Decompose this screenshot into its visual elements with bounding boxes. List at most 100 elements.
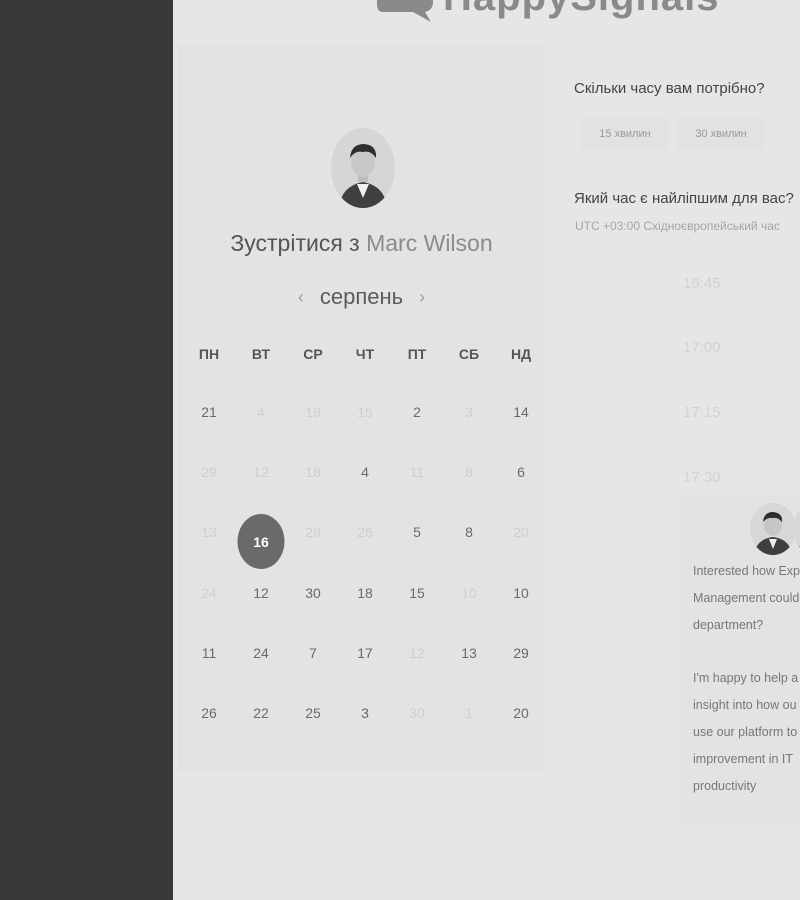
next-month-chevron-icon[interactable]: › <box>415 287 429 308</box>
calendar-day[interactable]: 15 <box>391 581 443 641</box>
calendar-day-number: 11 <box>409 464 425 481</box>
month-label: серпень <box>319 284 404 309</box>
calendar-day-number: 14 <box>513 404 529 420</box>
calendar-day-number: 3 <box>465 404 473 420</box>
time-question: Який час є найліпшим для вас? <box>574 190 794 207</box>
calendar-day-number: 29 <box>201 464 217 481</box>
calendar-day: 19 <box>287 400 339 460</box>
calendar-day[interactable]: 12 <box>235 581 287 641</box>
scheduler-card: Зустрітися з Marc Wilson ‹ серпень › ПН В… <box>178 44 545 772</box>
time-slot-1730[interactable]: 17:30 <box>683 469 763 486</box>
calendar-day-number: 25 <box>305 704 321 721</box>
calendar-day-number: 16 <box>237 514 285 570</box>
calendar-day-number: 17 <box>357 644 373 661</box>
prev-month-chevron-icon[interactable]: ‹ <box>294 287 308 308</box>
weekday-label: СБ <box>458 346 480 362</box>
calendar-day: 12 <box>235 460 287 520</box>
profile-avatar-secondary <box>793 503 800 555</box>
calendar-day[interactable]: 6 <box>495 460 547 520</box>
calendar-day[interactable]: 4 <box>339 460 391 520</box>
host-name: Marc Wilson <box>366 230 493 256</box>
calendar-day-number: 8 <box>465 464 473 481</box>
calendar-day-number: 5 <box>413 524 421 541</box>
calendar-day[interactable]: 8 <box>443 520 495 580</box>
duration-30-button[interactable]: 30 хвилин <box>677 118 765 150</box>
timezone-label[interactable]: UTC +03:00 Східноєвропейський час <box>575 219 800 233</box>
calendar-day: 29 <box>183 460 235 520</box>
profile-text-line-6: insight into how ou <box>693 698 797 712</box>
weekday-label: НД <box>510 346 532 362</box>
calendar-day: 18 <box>287 460 339 520</box>
calendar-day-number: 12 <box>253 464 269 481</box>
brand-name: HappySignals <box>443 0 720 20</box>
calendar-day[interactable]: 18 <box>339 581 391 641</box>
calendar-day: 30 <box>391 701 443 761</box>
calendar-day[interactable]: 22 <box>235 701 287 761</box>
calendar-day: 12 <box>391 641 443 701</box>
duration-question: Скільки часу вам потрібно? <box>574 80 765 97</box>
calendar-day-number: 12 <box>253 584 269 601</box>
calendar-day[interactable]: 17 <box>339 641 391 701</box>
calendar-day-number: 15 <box>357 404 373 420</box>
calendar-day-number: 24 <box>201 584 217 601</box>
time-slot-1715[interactable]: 17:15 <box>683 404 763 421</box>
calendar-day-number: 4 <box>257 404 265 420</box>
weekday-label: СР <box>303 346 323 362</box>
calendar-day: 1 <box>443 701 495 761</box>
speech-bubble-logo-icon <box>377 0 433 22</box>
calendar-day-number: 12 <box>409 644 425 661</box>
calendar-day[interactable]: 13 <box>443 641 495 701</box>
calendar-day[interactable]: 3 <box>339 701 391 761</box>
calendar-day[interactable]: 26 <box>183 701 235 761</box>
brand-logo: HappySignals <box>373 0 720 22</box>
duration-options: 15 хвилин 30 хвилин <box>581 118 765 150</box>
profile-text-line-1: Interested how Exp <box>693 564 800 578</box>
weekday-label: ВТ <box>251 346 271 362</box>
time-slot-1700[interactable]: 17:00 <box>683 339 763 356</box>
sidebar-panel <box>0 0 173 900</box>
calendar-day-number: 18 <box>357 584 373 601</box>
calendar-day: 26 <box>339 520 391 580</box>
duration-15-button[interactable]: 15 хвилин <box>581 118 669 150</box>
calendar-day[interactable]: 24 <box>235 641 287 701</box>
calendar-day: 3 <box>443 400 495 460</box>
calendar-day-number: 20 <box>513 704 529 721</box>
profile-text-line-2: Management could <box>693 591 800 605</box>
time-slot-1645[interactable]: 16:45 <box>683 275 763 292</box>
calendar-day-number: 15 <box>409 584 425 601</box>
profile-text-line-9: productivity <box>693 779 757 793</box>
calendar-day-number: 6 <box>517 464 525 481</box>
calendar-day-selected[interactable]: 16 <box>235 514 287 580</box>
calendar-day[interactable]: 11 <box>183 641 235 701</box>
calendar-day[interactable]: 20 <box>495 701 547 761</box>
calendar-day[interactable]: 30 <box>287 581 339 641</box>
meeting-title: Зустрітися з Marc Wilson <box>178 230 545 257</box>
host-avatar <box>331 128 395 208</box>
calendar-day-number: 30 <box>409 704 425 721</box>
calendar-day-number: 29 <box>513 644 529 661</box>
calendar-day: 4 <box>235 400 287 460</box>
calendar-day[interactable]: 2 <box>391 400 443 460</box>
calendar-day-number: 26 <box>357 524 373 541</box>
profile-avatar <box>750 503 796 555</box>
calendar-day[interactable]: 5 <box>391 520 443 580</box>
calendar-day-number: 11 <box>201 644 217 661</box>
calendar-day[interactable]: 29 <box>495 641 547 701</box>
calendar-day-number: 24 <box>253 644 269 661</box>
calendar-day-number: 21 <box>201 404 217 420</box>
calendar-day[interactable]: 10 <box>495 581 547 641</box>
calendar-day[interactable]: 14 <box>495 400 547 460</box>
profile-text-line-3: department? <box>693 618 764 632</box>
calendar-day-number: 28 <box>305 524 321 541</box>
weekday-label: ПН <box>198 346 220 362</box>
calendar-day: 8 <box>443 460 495 520</box>
calendar-day[interactable]: 25 <box>287 701 339 761</box>
calendar-day[interactable]: 21 <box>183 400 235 460</box>
calendar-grid: 21 4 19 15 2 3 14 29 12 18 4 11 8 6 13 16 28 26 5 8 20 24 12 30… <box>183 400 545 761</box>
calendar-day: 10 <box>443 581 495 641</box>
calendar-day-number: 7 <box>309 644 317 661</box>
calendar-day[interactable]: 7 <box>287 641 339 701</box>
calendar-day-number: 1 <box>465 704 473 721</box>
calendar-day-number: 30 <box>305 584 321 601</box>
calendar-day-number: 22 <box>253 704 269 721</box>
